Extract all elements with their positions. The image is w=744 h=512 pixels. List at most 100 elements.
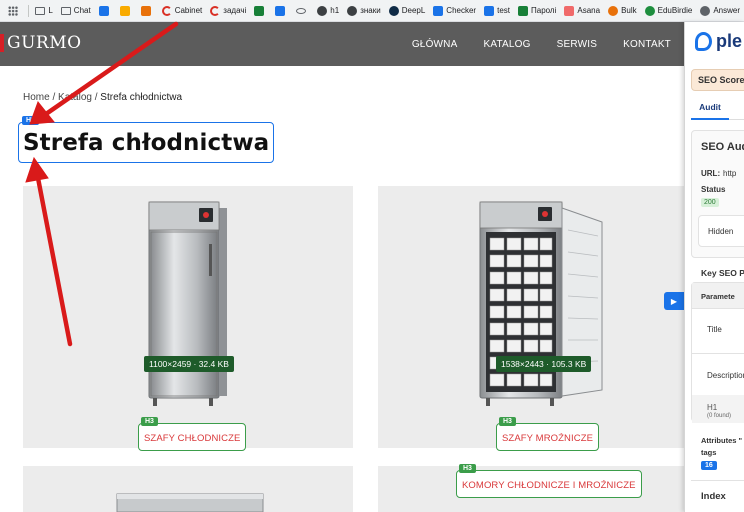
- tab-audit[interactable]: Audit: [691, 96, 729, 120]
- bookmark-item[interactable]: EduBirdie: [641, 0, 697, 21]
- h2-tag-badge: H2: [22, 116, 39, 125]
- bookmark-item[interactable]: L: [31, 0, 56, 21]
- bookmark-item[interactable]: Chat: [57, 0, 95, 21]
- answer-icon: [700, 5, 711, 16]
- bookmarks-bar: L Chat Cabinet задачі h1 знаки DeepL Checker tes…: [0, 0, 744, 22]
- bookmark-label: EduBirdie: [657, 6, 693, 15]
- category-link-szafy-mroznicze[interactable]: H3 SZAFY MROŹNICZE: [496, 417, 600, 451]
- category-link-szafy-chlodnicze[interactable]: H3 SZAFY CHŁODNICZE: [138, 417, 247, 451]
- bookmark-item[interactable]: DeepL: [385, 0, 430, 21]
- folder-icon: [60, 6, 71, 15]
- bookmark-item[interactable]: h1: [313, 0, 343, 21]
- analytics-icon: [119, 5, 130, 16]
- breadcrumb-catalog[interactable]: Katalog: [58, 92, 92, 103]
- hidden-box: Hidden: [698, 215, 744, 247]
- globe-icon: [317, 5, 328, 16]
- tags-label: tags: [701, 448, 717, 457]
- bookmark-item[interactable]: Cabinet: [158, 0, 207, 21]
- sheets-icon: [518, 5, 528, 16]
- freezer-open-image: [479, 201, 603, 406]
- nav-item-kontakt[interactable]: KONTAKT: [610, 39, 684, 50]
- bookmark-label: Answer: [713, 6, 740, 15]
- h1-found: (0 found): [707, 413, 732, 419]
- bookmark-label: задачі: [223, 6, 247, 15]
- nav-item-glowna[interactable]: GŁÓWNA: [399, 39, 471, 50]
- product-card-szafy-mroznicze[interactable]: 1538×2443 · 105.3 KB: [378, 186, 684, 448]
- deepl-icon: [388, 5, 399, 16]
- product-card-szafy-chlodnicze[interactable]: 1100×2459 · 32.4 KB: [23, 186, 353, 448]
- logo-text: GURMO: [7, 33, 82, 53]
- bookmark-item[interactable]: задачі: [206, 0, 250, 21]
- sheets-icon: [254, 5, 265, 16]
- checker-icon: [433, 5, 444, 16]
- site-header: GURMO GŁÓWNA KATALOG SERWIS KONTAKT: [0, 22, 684, 66]
- bookmark-label: Chat: [73, 6, 91, 15]
- plugin-logo-text: ple: [716, 31, 743, 51]
- category-label: SZAFY MROŹNICZE: [502, 433, 594, 444]
- seo-audit-section: SEO Aud URL: http Status 200 Hidden: [691, 130, 744, 258]
- site-logo[interactable]: GURMO: [0, 33, 82, 53]
- image-dimensions-badge: 1100×2459 · 32.4 KB: [144, 356, 234, 372]
- nav-item-katalog[interactable]: KATALOG: [470, 39, 543, 50]
- param-header: Paramete: [701, 292, 735, 301]
- bookmark-item[interactable]: [250, 0, 271, 21]
- attributes-label: Attributes ": [701, 436, 743, 445]
- bookmark-item[interactable]: [137, 0, 158, 21]
- table-header: Paramete: [692, 283, 744, 309]
- status-badge: 200: [701, 198, 719, 207]
- globe-icon: [347, 5, 358, 16]
- panel-divider: [691, 480, 744, 481]
- main-nav: GŁÓWNA KATALOG SERWIS KONTAKT: [399, 22, 684, 66]
- c-logo-icon: [210, 5, 221, 16]
- bookmark-item[interactable]: [292, 0, 313, 21]
- bookmark-item[interactable]: test: [480, 0, 514, 21]
- bookmark-item[interactable]: знаки: [343, 0, 385, 21]
- category-label: KOMORY CHŁODNICZE I MROŹNICZE: [462, 480, 636, 491]
- logo-mark-icon: [0, 34, 4, 52]
- bookmark-label: Cabinet: [174, 6, 203, 15]
- bookmark-item[interactable]: [95, 0, 116, 21]
- bulk-icon: [608, 5, 619, 16]
- bookmark-item[interactable]: Asana: [560, 0, 604, 21]
- nav-item-serwis[interactable]: SERWIS: [544, 39, 610, 50]
- category-link-komory[interactable]: H3 KOMORY CHŁODNICZE I MROŹNICZE: [456, 464, 642, 498]
- bookmark-label: L: [48, 6, 53, 15]
- bookmark-label: Bulk: [621, 6, 637, 15]
- page-title: Strefa chłodnictwa: [23, 130, 270, 156]
- seo-score-badge: SEO Score: [691, 69, 744, 91]
- test-icon: [484, 5, 495, 16]
- plugin-tabs: Audit: [691, 96, 744, 120]
- hidden-label: Hidden: [708, 227, 734, 236]
- h3-tag-badge: H3: [459, 464, 476, 473]
- index-title: Index: [701, 491, 726, 502]
- c-logo-icon: [161, 5, 172, 16]
- bookmark-item[interactable]: [4, 0, 25, 21]
- eye-icon: [296, 7, 307, 14]
- seo-plugin-panel: ple SEO Score Audit SEO Aud URL: http St…: [684, 22, 744, 512]
- product-card-bottom-left[interactable]: [23, 466, 353, 512]
- status-label: Status: [701, 185, 726, 194]
- appliance-image: [116, 493, 264, 512]
- plugin-logo: ple: [695, 31, 742, 52]
- key-params-table: Paramete Title Description H1 (0 found): [691, 282, 744, 423]
- panel-toggle-button[interactable]: ▶: [664, 292, 684, 310]
- bookmark-label: знаки: [360, 6, 381, 15]
- bookmark-item[interactable]: [116, 0, 137, 21]
- table-row-title: Title: [707, 325, 722, 334]
- folder-icon: [35, 6, 46, 15]
- bookmark-item[interactable]: Checker: [429, 0, 480, 21]
- google-drive-icon: [98, 5, 109, 16]
- analytics-icon: [140, 5, 151, 16]
- breadcrumb-separator: /: [49, 92, 59, 103]
- breadcrumb-home[interactable]: Home: [23, 92, 50, 103]
- bookmark-item[interactable]: [271, 0, 292, 21]
- url-value: http: [723, 169, 737, 178]
- bookmark-item[interactable]: Bulk: [604, 0, 641, 21]
- bookmark-item[interactable]: Answer: [696, 0, 744, 21]
- bookmark-label: Паролі: [531, 6, 557, 15]
- plugin-logo-icon: [695, 32, 712, 51]
- tags-count-badge: 16: [701, 461, 717, 470]
- bookmark-item[interactable]: Паролі: [514, 0, 560, 21]
- h1-label: H1: [707, 403, 718, 412]
- h3-tag-badge: H3: [499, 417, 516, 426]
